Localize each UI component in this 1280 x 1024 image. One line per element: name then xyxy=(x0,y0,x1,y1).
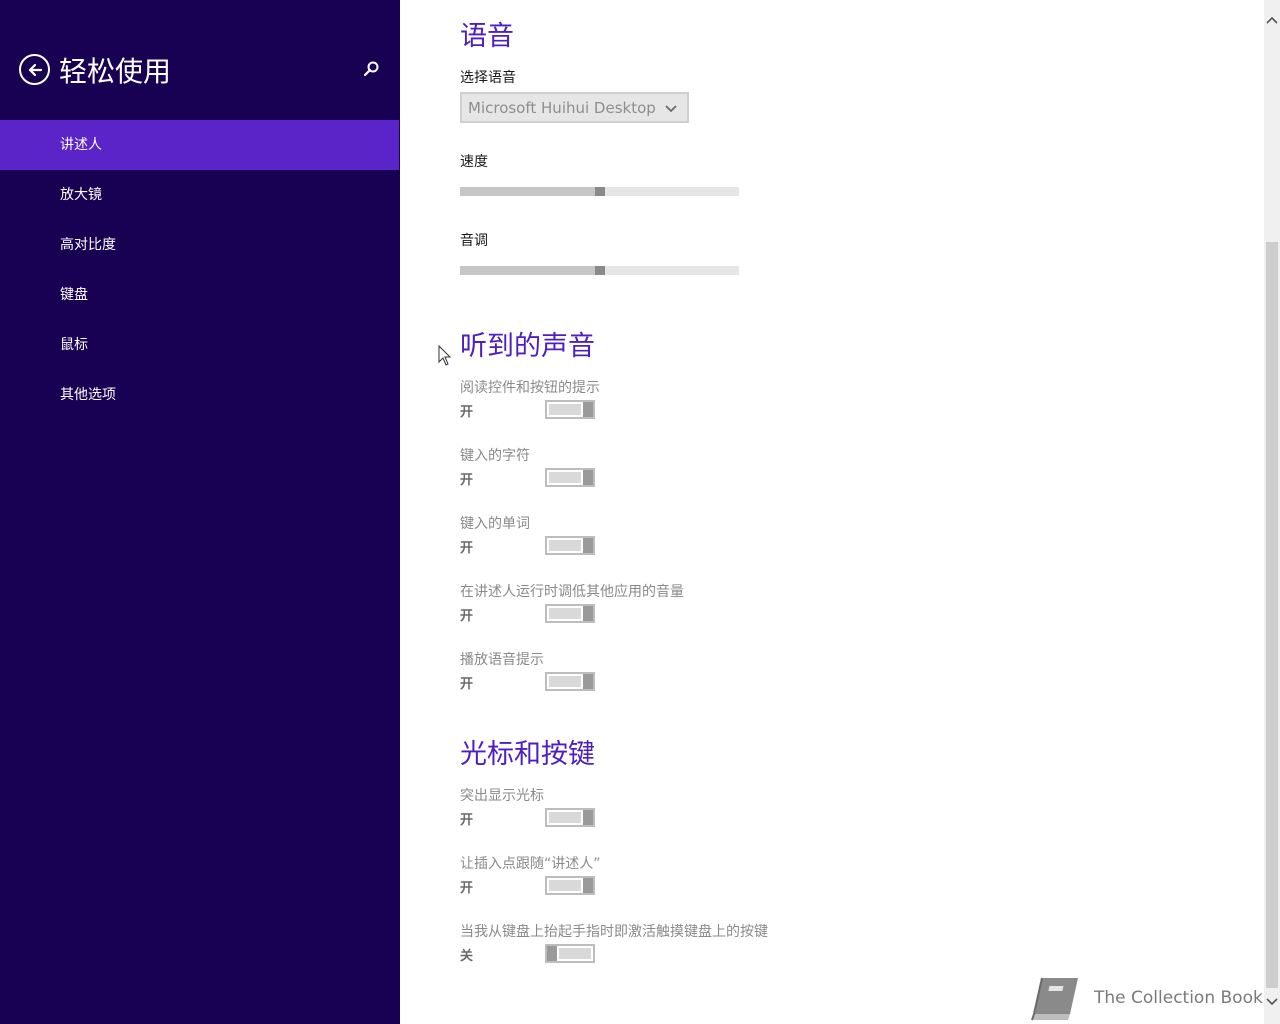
typed-words-toggle[interactable] xyxy=(545,536,595,555)
audio-cues-label: 播放语音提示 xyxy=(460,652,544,668)
scrollbar-thumb[interactable] xyxy=(1266,242,1278,988)
control-hints-toggle[interactable] xyxy=(545,400,595,419)
sidebar-item-other-options[interactable]: 其他选项 xyxy=(0,370,400,420)
typed-characters-label: 键入的字符 xyxy=(460,448,530,464)
typed-words-state: 开 xyxy=(460,541,474,556)
lower-volume-toggle[interactable] xyxy=(545,604,595,623)
speed-slider[interactable] xyxy=(460,187,739,196)
sidebar-nav: 讲述人 放大镜 高对比度 键盘 鼠标 其他选项 xyxy=(0,120,400,420)
search-icon xyxy=(363,61,379,77)
control-hints-state: 开 xyxy=(460,405,474,420)
toggle-track xyxy=(549,812,581,823)
toggle-knob xyxy=(583,402,593,417)
toggle-knob xyxy=(547,946,557,961)
chevron-up-icon xyxy=(1266,16,1278,24)
toggle-track xyxy=(549,404,581,415)
touch-keyboard-activate-label: 当我从键盘上抬起手指时即激活触摸键盘上的按键 xyxy=(460,924,768,940)
typed-words-label: 键入的单词 xyxy=(460,516,530,532)
chevron-down-icon xyxy=(665,105,677,113)
back-button[interactable] xyxy=(19,54,50,85)
watermark-text: The Collection Book xyxy=(1094,988,1263,1008)
toggle-knob xyxy=(583,538,593,553)
toggle-knob xyxy=(583,470,593,485)
toggle-knob xyxy=(583,606,593,621)
toggle-knob xyxy=(583,810,593,825)
control-hints-label: 阅读控件和按钮的提示 xyxy=(460,380,600,396)
voice-select-value: Microsoft Huihui Desktop xyxy=(468,98,656,117)
sidebar-item-narrator[interactable]: 讲述人 xyxy=(0,120,399,170)
insertion-point-label: 让插入点跟随“讲述人” xyxy=(460,856,601,872)
sidebar-title: 轻松使用 xyxy=(59,55,172,88)
sidebar-item-high-contrast[interactable]: 高对比度 xyxy=(0,220,400,270)
toggle-knob xyxy=(583,878,593,893)
insertion-point-toggle[interactable] xyxy=(545,876,595,895)
highlight-cursor-state: 开 xyxy=(460,813,474,828)
sidebar-item-keyboard[interactable]: 键盘 xyxy=(0,270,400,320)
sidebar-item-mouse[interactable]: 鼠标 xyxy=(0,320,400,370)
voice-section-title: 语音 xyxy=(460,21,514,52)
insertion-point-state: 开 xyxy=(460,881,474,896)
vertical-scrollbar[interactable] xyxy=(1264,0,1280,1024)
toggle-track xyxy=(549,676,581,687)
sounds-section-title: 听到的声音 xyxy=(460,331,595,362)
back-arrow-icon xyxy=(28,63,42,76)
lower-volume-state: 开 xyxy=(460,609,474,624)
speed-label: 速度 xyxy=(460,154,488,170)
speed-slider-thumb[interactable] xyxy=(595,187,605,196)
highlight-cursor-label: 突出显示光标 xyxy=(460,788,544,804)
touch-keyboard-activate-toggle[interactable] xyxy=(545,944,595,963)
typed-characters-state: 开 xyxy=(460,473,474,488)
audio-cues-state: 开 xyxy=(460,677,474,692)
select-voice-label: 选择语音 xyxy=(460,70,516,86)
audio-cues-toggle[interactable] xyxy=(545,672,595,691)
typed-characters-toggle[interactable] xyxy=(545,468,595,487)
speed-slider-fill xyxy=(460,187,595,196)
pitch-slider[interactable] xyxy=(460,266,739,275)
main-content: 语音 选择语音 Microsoft Huihui Desktop 速度 音调 听… xyxy=(400,0,1264,1024)
pitch-label: 音调 xyxy=(460,233,488,249)
toggle-knob xyxy=(583,674,593,689)
pitch-slider-thumb[interactable] xyxy=(595,266,605,275)
search-button[interactable] xyxy=(361,59,381,79)
toggle-track xyxy=(549,608,581,619)
toggle-track xyxy=(549,880,581,891)
mouse-pointer-icon xyxy=(438,345,452,366)
highlight-cursor-toggle[interactable] xyxy=(545,808,595,827)
sidebar: 轻松使用 讲述人 放大镜 高对比度 键盘 鼠标 其他选项 xyxy=(0,0,400,1024)
watermark: The Collection Book xyxy=(1028,974,1263,1022)
toggle-track xyxy=(559,948,591,959)
sidebar-item-magnifier[interactable]: 放大镜 xyxy=(0,170,400,220)
voice-select[interactable]: Microsoft Huihui Desktop xyxy=(460,92,689,123)
toggle-track xyxy=(549,540,581,551)
pitch-slider-fill xyxy=(460,266,595,275)
chevron-down-icon xyxy=(1266,998,1278,1006)
touch-keyboard-activate-state: 关 xyxy=(460,949,474,964)
toggle-track xyxy=(549,472,581,483)
cursor-keys-section-title: 光标和按键 xyxy=(460,739,595,770)
scroll-up-button[interactable] xyxy=(1264,10,1280,30)
scroll-down-button[interactable] xyxy=(1264,992,1280,1012)
book-icon xyxy=(1031,977,1078,1021)
lower-volume-label: 在讲述人运行时调低其他应用的音量 xyxy=(460,584,684,600)
